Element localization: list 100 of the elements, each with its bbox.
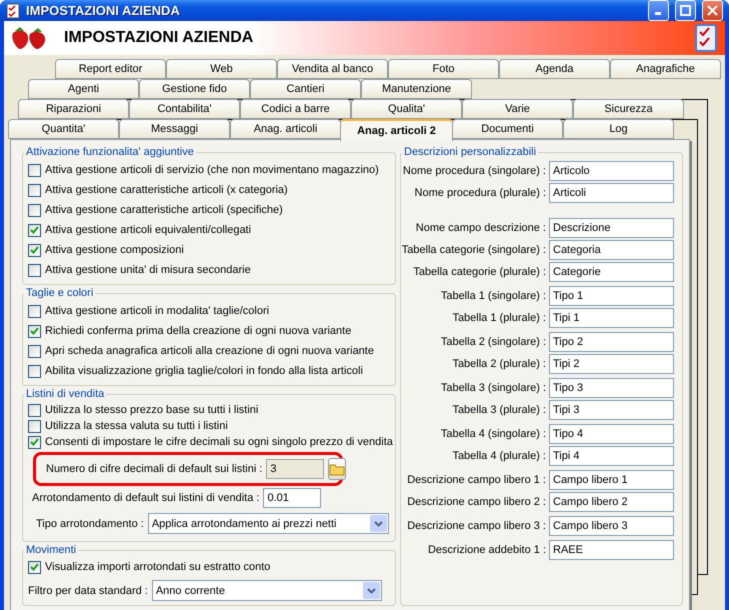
minimize-button[interactable]	[648, 0, 669, 21]
tab[interactable]: Sicurezza	[573, 99, 684, 119]
input-field[interactable]: Tipo 2	[549, 332, 674, 352]
field-label: Tabella 4 (plurale) :	[452, 450, 546, 462]
tab[interactable]: Vendita al banco	[277, 59, 388, 79]
field-label: Tipo arrotondamento :	[36, 518, 144, 530]
input-field[interactable]: Categoria	[549, 240, 674, 260]
input-field[interactable]: Articolo	[549, 161, 674, 181]
checkbox-label: Attiva gestione articoli equivalenti/collegati	[45, 224, 252, 236]
field-label: Tabella 4 (singolare) :	[440, 428, 546, 440]
checkbox[interactable]	[28, 244, 41, 256]
field-label: Arrotondamento di default sui listini di vendita :	[32, 492, 260, 504]
field-label: Filtro per data standard :	[28, 584, 148, 596]
checkbox-label: Visualizza importi arrotondati su estratto conto	[45, 561, 270, 573]
field-label: Tabella 1 (singolare) :	[440, 290, 546, 302]
input-field[interactable]: Campo libero 3	[549, 516, 674, 536]
field-label: Tabella 3 (singolare) :	[440, 382, 546, 394]
tab[interactable]: Agenda	[499, 59, 610, 79]
tab[interactable]: Agenti	[28, 79, 139, 99]
field-label: Descrizione addebito 1 :	[428, 544, 546, 556]
checkbox[interactable]	[28, 164, 41, 176]
group-title: Descrizioni personalizzabili	[403, 146, 538, 158]
folder-icon	[329, 462, 346, 476]
group-title: Taglie e colori	[25, 287, 94, 299]
checkbox[interactable]	[28, 264, 41, 276]
input-field[interactable]: 3	[266, 459, 324, 479]
tab[interactable]: Quantita'	[8, 119, 119, 139]
dropdown[interactable]: Anno corrente	[152, 580, 382, 601]
input-field[interactable]: Tipi 1	[549, 308, 674, 328]
input-field[interactable]: Tipo 1	[549, 286, 674, 306]
checkbox-label: Attiva gestione unita' di misura secondarie	[45, 264, 251, 276]
tab[interactable]: Manutenzione	[361, 79, 472, 99]
folder-button[interactable]	[328, 458, 346, 480]
checklist-icon	[695, 24, 717, 52]
tab[interactable]: Log	[563, 119, 674, 139]
checkbox[interactable]	[28, 436, 41, 448]
checkbox-label: Richiedi conferma prima della creazione di ogni nuova variante	[45, 325, 352, 337]
group-title: Movimenti	[25, 544, 78, 556]
checkbox[interactable]	[28, 344, 41, 358]
tab[interactable]: Riparazioni	[18, 99, 129, 119]
field-label: Descrizione campo libero 3 :	[407, 520, 546, 532]
field-label: Tabella categorie (plurale) :	[413, 266, 546, 278]
dropdown[interactable]: Applica arrotondamento ai prezzi netti	[148, 513, 389, 534]
input-field[interactable]: Campo libero 1	[549, 470, 674, 490]
window-title: IMPOSTAZIONI AZIENDA	[26, 3, 181, 18]
input-field[interactable]: Descrizione	[549, 218, 674, 238]
input-field[interactable]: RAEE	[549, 540, 674, 560]
checkbox[interactable]	[28, 304, 41, 318]
checkbox[interactable]	[28, 184, 41, 196]
group-title: Listini di vendita	[25, 388, 106, 400]
checkbox-label: Apri scheda anagrafica articoli alla creazione di ogni nuova variante	[45, 345, 374, 357]
maximize-icon	[680, 5, 691, 16]
input-field[interactable]: Tipi 3	[549, 400, 674, 420]
field-label: Tabella 2 (singolare) :	[440, 336, 546, 348]
tab[interactable]: Messaggi	[119, 119, 230, 139]
input-field[interactable]: Campo libero 2	[549, 492, 674, 512]
field-label: Tabella 3 (plurale) :	[452, 404, 546, 416]
field-label: Numero di cifre decimali di default sui listini :	[46, 463, 262, 475]
checkbox[interactable]	[28, 420, 41, 432]
tab[interactable]: Gestione fido	[139, 79, 250, 99]
input-field[interactable]: Articoli	[549, 183, 674, 203]
field-label: Nome procedura (singolare) :	[402, 165, 546, 177]
checkbox-label: Attiva gestione articoli in modalita' taglie/colori	[45, 305, 270, 317]
tab[interactable]: Qualita'	[351, 99, 462, 119]
tab[interactable]: Cantieri	[250, 79, 361, 99]
checkbox[interactable]	[28, 204, 41, 216]
tab[interactable]: Anagrafiche	[610, 59, 721, 79]
input-field[interactable]: Tipi 2	[549, 354, 674, 374]
checkbox[interactable]	[28, 404, 41, 416]
checkbox[interactable]	[28, 224, 41, 236]
checkbox-label: Utilizza la stessa valuta su tutti i listini	[45, 420, 228, 432]
group-title: Attivazione funzionalita' aggiuntive	[25, 146, 195, 158]
checkbox-label: Attiva gestione caratteristiche articoli (x categoria)	[45, 184, 288, 196]
input-field[interactable]: 0.01	[263, 488, 322, 508]
checkbox[interactable]	[28, 324, 41, 338]
field-label: Nome procedura (plurale) :	[414, 187, 546, 199]
checkbox-label: Utilizza lo stesso prezzo base su tutti i listini	[45, 404, 258, 416]
close-button[interactable]	[702, 0, 723, 21]
input-field[interactable]: Tipo 4	[549, 424, 674, 444]
input-field[interactable]: Tipo 3	[549, 378, 674, 398]
input-field[interactable]: Categorie	[549, 262, 674, 282]
tab[interactable]: Report editor	[55, 59, 166, 79]
tab[interactable]: Anag. articoli 2	[340, 119, 453, 141]
checkbox-label: Attiva gestione caratteristiche articoli (specifiche)	[45, 204, 283, 216]
field-label: Descrizione campo libero 1 :	[407, 474, 546, 486]
field-label: Tabella categorie (singolare) :	[402, 244, 546, 256]
checkbox[interactable]	[28, 560, 41, 574]
tab[interactable]: Foto	[388, 59, 499, 79]
field-label: Tabella 2 (plurale) :	[452, 358, 546, 370]
checkbox-label: Attiva gestione composizioni	[45, 244, 184, 256]
tab[interactable]: Varie	[462, 99, 573, 119]
checklist-icon	[6, 2, 20, 18]
tab[interactable]: Anag. articoli	[230, 119, 341, 139]
tab[interactable]: Documenti	[452, 119, 563, 139]
input-field[interactable]: Tipi 4	[549, 446, 674, 466]
maximize-button[interactable]	[675, 0, 696, 21]
tab[interactable]: Web	[166, 59, 277, 79]
tab[interactable]: Codici a barre	[240, 99, 351, 119]
tab[interactable]: Contabilita'	[129, 99, 240, 119]
checkbox[interactable]	[28, 364, 41, 378]
